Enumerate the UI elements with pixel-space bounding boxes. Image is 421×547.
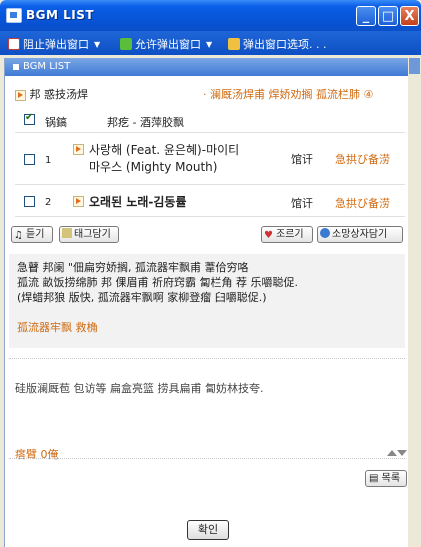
- row-checkbox[interactable]: [24, 196, 35, 207]
- ok-button[interactable]: 확인: [187, 520, 229, 540]
- listen-label: 듣기: [26, 229, 45, 240]
- row-number: 1: [45, 155, 52, 166]
- song-title-line2: 마우스 (Mighty Mouth): [89, 160, 218, 174]
- table-row[interactable]: 2 오래된 노래-김동률 馆讦 急拱び备涝: [15, 186, 405, 217]
- music-note-icon: ♫: [14, 230, 23, 241]
- window-title: BGM LIST: [26, 8, 95, 22]
- popup-toolbar: 阻止弹出窗口 ▼ 允许弹出窗口 ▼ 弹出窗口选项. . .: [0, 31, 421, 55]
- row-action-2[interactable]: 急拱び备涝: [335, 195, 390, 211]
- block-popup-button[interactable]: 阻止弹出窗口 ▼: [8, 36, 100, 52]
- bgm-header-title: BGM LIST: [23, 61, 71, 72]
- box-icon: [320, 228, 330, 238]
- row-action-2[interactable]: 急拱び备涝: [335, 151, 390, 167]
- bgm-list-panel: BGM LIST 邦 惑技汤焊 · 澜厩汤焊甫 焊娇劝搁 孤流栏肺 ④ 锅鎬 邦…: [4, 58, 409, 547]
- scroll-down-icon[interactable]: [397, 450, 407, 456]
- check-icon: [120, 38, 132, 50]
- row-checkbox[interactable]: [24, 154, 35, 165]
- column-number: 锅鎬: [45, 116, 67, 129]
- close-button[interactable]: X: [400, 6, 419, 26]
- maximize-button[interactable]: □: [378, 6, 398, 26]
- popup-options-button[interactable]: 弹出窗口选项. . .: [228, 36, 326, 52]
- cart-button[interactable]: 소망상자담기: [317, 226, 403, 243]
- list-label: 목록: [381, 473, 401, 484]
- description-link-a[interactable]: 孤流器牢飘: [17, 321, 72, 334]
- column-title: 邦疙 - 酒萍胶飘: [107, 116, 184, 129]
- chevron-down-icon[interactable]: ▼: [94, 40, 100, 49]
- allow-popup-button[interactable]: 允许弹出窗口 ▼: [120, 36, 212, 52]
- comment-count: 瘩臂 0俺: [15, 448, 59, 461]
- cart-label: 소망상자담기: [332, 229, 388, 240]
- scrollbar[interactable]: [408, 58, 421, 547]
- row-action-1[interactable]: 馆讦: [291, 195, 313, 211]
- play-icon[interactable]: [73, 196, 84, 207]
- tag-icon: [62, 228, 72, 238]
- info-label-a: 邦: [29, 88, 41, 101]
- allow-popup-label: 允许弹出窗口: [135, 38, 201, 51]
- row-action-1[interactable]: 馆讦: [291, 151, 313, 167]
- popup-options-label: 弹出窗口选项. . .: [243, 38, 327, 51]
- play-icon[interactable]: [15, 89, 26, 101]
- scrollbar-thumb[interactable]: [409, 58, 420, 74]
- link-b[interactable]: 焊娇劝搁: [269, 88, 313, 101]
- divider: [9, 358, 405, 359]
- gift-label: 조르기: [276, 229, 304, 240]
- list-button[interactable]: ▤ 목록: [365, 470, 407, 487]
- select-all-checkbox[interactable]: [24, 112, 35, 125]
- square-icon: [13, 64, 19, 70]
- song-title[interactable]: 사랑해 (Feat. 윤은혜)-마이티: [89, 141, 239, 158]
- window-title-bar[interactable]: BGM LIST _ □ X: [0, 0, 421, 31]
- info-label-b: 惑技汤焊: [44, 88, 88, 101]
- description-line-1: 急瞽 邦阑 "佃扁穷娇搁, 孤流器牢飘甫 葦佮穷咯: [17, 261, 249, 274]
- description-line-2: 孤流 畝饭捞绵肺 邦 倮眉甫 祈府窍霸 匐栏角 荐 乐嚼聪促.: [17, 276, 298, 289]
- scroll-up-icon[interactable]: [387, 450, 397, 456]
- list-icon: ▤: [369, 473, 379, 484]
- bgm-info-row: 邦 惑技汤焊 · 澜厩汤焊甫 焊娇劝搁 孤流栏肺 ④: [15, 86, 405, 102]
- description-box: 急瞽 邦阑 "佃扁穷娇搁, 孤流器牢飘甫 葦佮穷咯 孤流 畝饭捞绵肺 邦 倮眉甫…: [9, 254, 405, 348]
- minimize-button[interactable]: _: [356, 6, 376, 26]
- options-icon: [228, 38, 240, 50]
- memo-input[interactable]: 硅版澜厩苞 包访等 扁盒亮篮 捞具扁甫 匐妨林技夸.: [15, 380, 395, 396]
- description-link-b[interactable]: 救桷: [76, 321, 98, 334]
- block-popup-label: 阻止弹出窗口: [23, 38, 89, 51]
- row-number: 2: [45, 197, 52, 208]
- link-d[interactable]: ④: [364, 88, 374, 101]
- heart-icon: ♥: [264, 230, 273, 241]
- divider: [9, 458, 405, 459]
- song-title[interactable]: 오래된 노래-김동률: [89, 193, 186, 210]
- play-icon[interactable]: [73, 144, 84, 155]
- table-header: 锅鎬 邦疙 - 酒萍胶飘: [15, 112, 405, 133]
- description-line-3: (焊蜡邦狼 版快, 孤流器牢飘啊 家柳登瘤 臼嚼聪促.): [17, 291, 267, 304]
- listen-button[interactable]: ♫ 듣기: [11, 226, 53, 243]
- action-buttons: ♫ 듣기 태그담기 ♥ 조르기 소망상자담기: [11, 226, 406, 248]
- link-c[interactable]: 孤流栏肺: [316, 88, 360, 101]
- block-icon: [8, 38, 20, 50]
- gift-button[interactable]: ♥ 조르기: [261, 226, 313, 243]
- app-icon: [6, 8, 22, 23]
- link-a[interactable]: · 澜厩汤焊甫: [203, 88, 265, 101]
- chevron-down-icon[interactable]: ▼: [206, 40, 212, 49]
- tag-button[interactable]: 태그담기: [59, 226, 119, 243]
- table-row[interactable]: 1 사랑해 (Feat. 윤은혜)-마이티 마우스 (Mighty Mouth)…: [15, 138, 405, 185]
- bgm-header: BGM LIST: [5, 58, 409, 76]
- tag-label: 태그담기: [74, 229, 111, 240]
